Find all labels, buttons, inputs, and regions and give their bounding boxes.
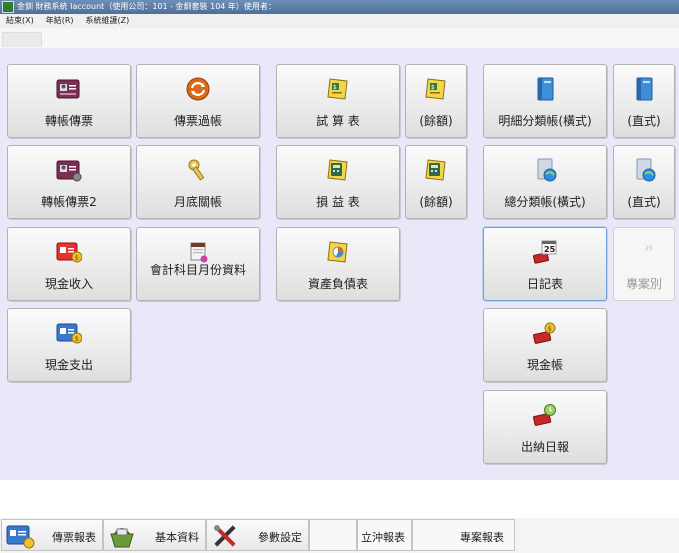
module-taskbar: 傳票報表 基本資料 參數設定 立沖報表 專案報表 [0, 518, 679, 553]
menu-year-end[interactable]: 年結(R) [46, 16, 74, 25]
ledger-detail-vertical-label: (直式) [627, 114, 661, 128]
general-ledger-vertical-label: (直式) [627, 195, 661, 209]
refresh-icon [186, 77, 210, 101]
offset-reports-button[interactable]: 立沖報表 [357, 519, 412, 551]
calculator-icon [327, 159, 348, 181]
voucher-posting-label: 傳票過帳 [173, 114, 222, 128]
svg-text:$: $ [75, 335, 79, 343]
general-ledger-horizontal-button[interactable]: 總分類帳(橫式) [483, 145, 607, 219]
svg-text:$: $ [548, 325, 552, 333]
title-bar: 金釧 財務系統 Iaccount（使用公司：101 - 金釧套裝 104 年）使… [0, 0, 679, 14]
cashier-daily-button[interactable]: 出納日報 [483, 390, 607, 464]
blue-book-icon [537, 77, 554, 101]
month-end-close-label: 月底關帳 [173, 195, 222, 209]
project-reports-button[interactable]: 專案報表 [412, 519, 515, 551]
ledger-book-icon [327, 241, 348, 263]
ledger-detail-horizontal-button[interactable]: 明細分類帳(橫式) [483, 64, 607, 138]
tools-icon [214, 525, 236, 547]
basket-icon [110, 528, 134, 548]
cash-payment-button[interactable]: $ 現金支出 [7, 308, 131, 382]
cashier-daily-label: 出納日報 [520, 440, 569, 454]
basic-data-button[interactable]: 基本資料 [103, 519, 206, 551]
money-card-icon: $ [56, 323, 82, 344]
blue-book-icon [537, 158, 557, 182]
blue-book-icon [636, 158, 656, 182]
ledger-book-icon: $ [327, 78, 348, 100]
param-settings-label: 參數設定 [258, 531, 302, 544]
cash-book-label: 現金帳 [526, 358, 563, 372]
account-monthly-data-label: 會計科目月份資料 [149, 263, 246, 277]
project-label: 專案別 [625, 277, 662, 291]
app-icon [2, 1, 14, 13]
id-card-icon [6, 525, 35, 549]
balance-sheet-button[interactable]: 資產負債表 [276, 227, 400, 301]
transfer-voucher-2-button[interactable]: 轉帳傳票2 [7, 145, 131, 219]
svg-text:25: 25 [544, 245, 556, 254]
svg-text:$: $ [431, 84, 435, 91]
ledger-detail-horizontal-label: 明細分類帳(橫式) [498, 114, 592, 128]
red-book-icon: $ [533, 322, 556, 344]
money-card-icon: $ [56, 242, 82, 263]
transfer-voucher-2-label: 轉帳傳票2 [41, 195, 97, 209]
toolstrip [0, 28, 679, 48]
trial-balance-button[interactable]: $ 試 算 表 [276, 64, 400, 138]
cash-payment-label: 現金支出 [44, 358, 93, 372]
calendar-icon: 25 [645, 245, 653, 252]
transfer-voucher-button[interactable]: 轉帳傳票 [7, 64, 131, 138]
income-statement-amount-label: (餘額) [419, 195, 453, 209]
calculator-icon [425, 159, 446, 181]
calendar-icon: 25 [533, 240, 557, 264]
ledger-book-icon: $ [425, 78, 446, 100]
menu-system[interactable]: 系統維護(Z) [86, 16, 130, 25]
id-card-icon [56, 79, 80, 99]
param-settings-button[interactable]: 參數設定 [206, 519, 309, 551]
svg-text:25: 25 [645, 245, 653, 252]
main-tab[interactable] [2, 32, 42, 47]
cash-receipt-button[interactable]: $ 現金收入 [7, 227, 131, 301]
red-book-icon [533, 404, 556, 426]
blank-module-button[interactable] [309, 519, 357, 551]
project-reports-label: 專案報表 [460, 531, 504, 544]
voucher-reports-button[interactable]: 傳票報表 [1, 519, 103, 551]
project-button: 25 專案別 [613, 227, 675, 301]
transfer-voucher-label: 轉帳傳票 [44, 114, 93, 128]
cash-receipt-label: 現金收入 [44, 277, 93, 291]
offset-reports-label: 立沖報表 [361, 531, 405, 544]
account-monthly-data-button[interactable]: 會計科目月份資料 [136, 227, 260, 301]
key-icon [188, 159, 205, 181]
id-card-icon [56, 160, 82, 182]
svg-text:$: $ [75, 254, 79, 262]
income-statement-button[interactable]: 損 益 表 [276, 145, 400, 219]
blue-book-icon [636, 77, 653, 101]
general-ledger-vertical-button[interactable]: (直式) [613, 145, 675, 219]
balance-sheet-label: 資產負債表 [307, 277, 368, 291]
journal-label: 日記表 [526, 277, 563, 291]
income-statement-label: 損 益 表 [316, 195, 360, 209]
menu-bar: 結束(X) 年結(R) 系統維護(Z) [0, 14, 679, 28]
voucher-posting-button[interactable]: 傳票過帳 [136, 64, 260, 138]
menu-exit[interactable]: 結束(X) [6, 16, 34, 25]
income-statement-amount-button[interactable]: (餘額) [405, 145, 467, 219]
bottom-area [0, 480, 679, 518]
window-title: 金釧 財務系統 Iaccount（使用公司：101 - 金釧套裝 104 年）使… [17, 2, 276, 11]
ledger-detail-vertical-button[interactable]: (直式) [613, 64, 675, 138]
trial-balance-amount-button[interactable]: $ (餘額) [405, 64, 467, 138]
cash-book-button[interactable]: $ 現金帳 [483, 308, 607, 382]
main-panel: 轉帳傳票 傳票過帳 $ 試 算 表 $ (餘額) 明細分類帳(橫式) (直式) … [0, 48, 679, 480]
month-end-close-button[interactable]: 月底關帳 [136, 145, 260, 219]
trial-balance-amount-label: (餘額) [419, 114, 453, 128]
journal-button[interactable]: 25 日記表 [483, 227, 607, 301]
basic-data-label: 基本資料 [155, 531, 199, 544]
voucher-reports-label: 傳票報表 [52, 531, 96, 544]
general-ledger-horizontal-label: 總分類帳(橫式) [504, 195, 586, 209]
trial-balance-label: 試 算 表 [316, 114, 360, 128]
svg-text:$: $ [333, 84, 337, 91]
